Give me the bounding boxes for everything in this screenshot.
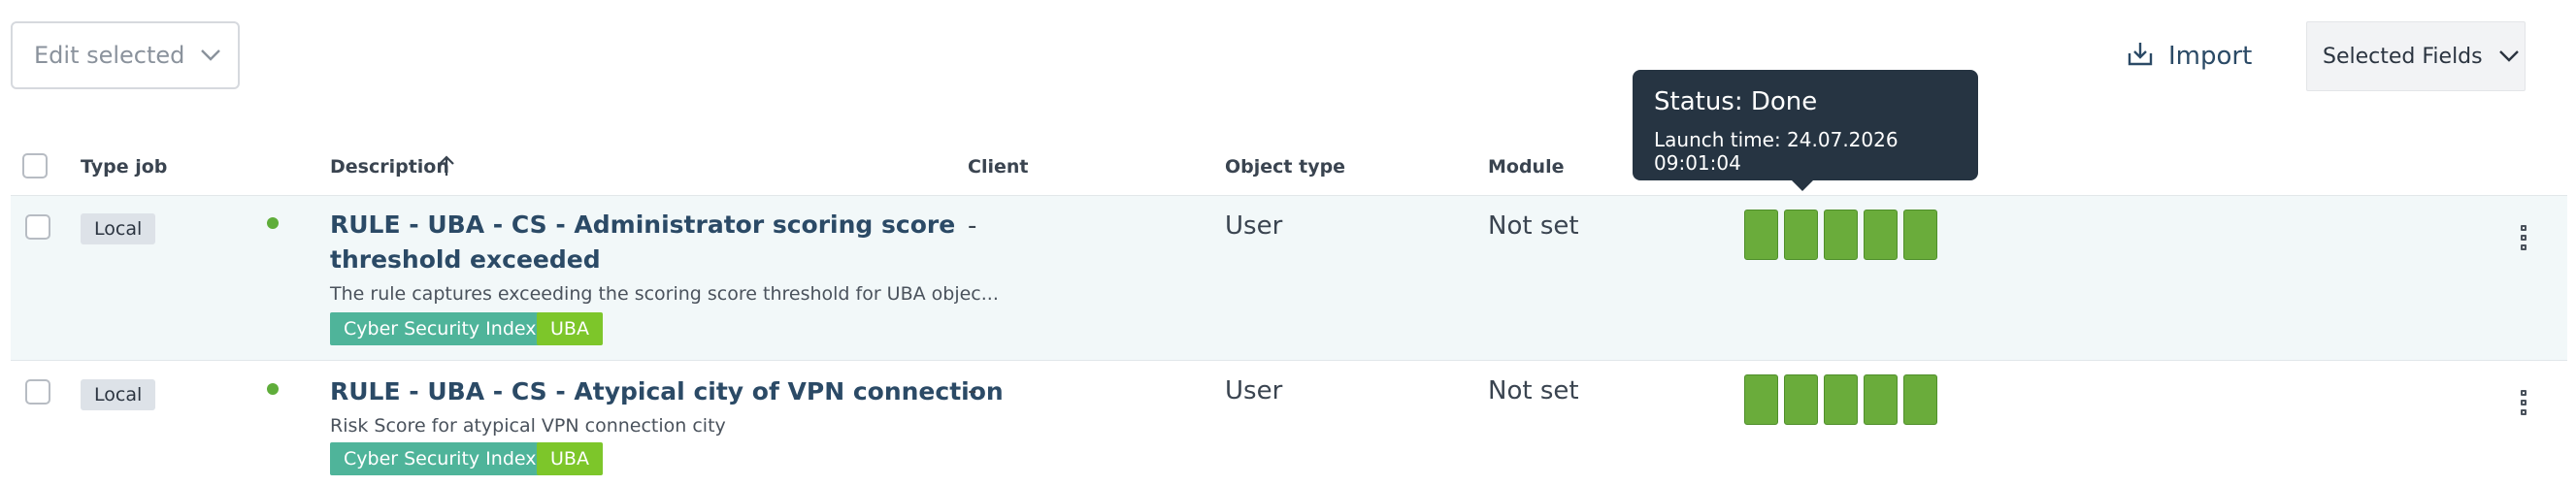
rule-description: The rule captures exceeding the scoring … [330, 283, 999, 305]
import-label: Import [2168, 42, 2253, 71]
rule-title-line[interactable]: RULE - UBA - CS - Administrator scoring … [330, 208, 955, 243]
column-header-client[interactable]: Client [968, 156, 1028, 178]
run-status-bar[interactable] [1864, 210, 1898, 260]
selected-fields-label: Selected Fields [2323, 44, 2483, 69]
client-value: - [968, 376, 977, 405]
run-status-bar[interactable] [1744, 210, 1778, 260]
status-dot [267, 217, 279, 229]
run-status-bar[interactable] [1824, 210, 1858, 260]
rule-title-line[interactable]: threshold exceeded [330, 243, 955, 277]
selected-fields-dropdown[interactable]: Selected Fields [2306, 21, 2526, 91]
run-status-bar[interactable] [1784, 374, 1818, 425]
tooltip-arrow [1792, 180, 1813, 191]
arrow-up-icon[interactable] [435, 153, 458, 182]
object-type-value: User [1225, 376, 1283, 405]
run-status-bar[interactable] [1824, 374, 1858, 425]
row-checkbox[interactable] [25, 214, 50, 240]
edit-selected-dropdown[interactable]: Edit selected [11, 21, 240, 89]
tooltip-launch-time: Launch time: 24.07.2026 09:01:04 [1654, 128, 1899, 175]
import-icon [2126, 40, 2155, 73]
type-job-badge: Local [81, 379, 156, 410]
row-checkbox[interactable] [25, 379, 50, 405]
rule-title[interactable]: RULE - UBA - CS - Administrator scoring … [330, 208, 955, 277]
edit-selected-label: Edit selected [34, 42, 185, 69]
status-dot [267, 383, 279, 395]
kebab-menu-icon[interactable] [2518, 225, 2529, 250]
run-status-bar[interactable] [1784, 210, 1818, 260]
column-header-type-job[interactable]: Type job [81, 156, 167, 178]
column-header-description[interactable]: Description [330, 156, 449, 178]
module-value: Not set [1488, 376, 1579, 405]
rule-description: Risk Score for atypical VPN connection c… [330, 415, 726, 437]
tag-cyber-security-index[interactable]: Cyber Security Index [330, 442, 550, 475]
tag-uba[interactable]: UBA [537, 442, 603, 475]
kebab-menu-icon[interactable] [2518, 390, 2529, 415]
run-status-bar[interactable] [1864, 374, 1898, 425]
status-tooltip: Status: Done Launch time: 24.07.2026 09:… [1633, 70, 1978, 180]
run-status-bars [1744, 374, 1937, 425]
column-header-module[interactable]: Module [1488, 156, 1565, 178]
chevron-down-icon [2498, 49, 2520, 63]
tooltip-status: Status: Done [1654, 87, 1818, 116]
select-all-checkbox[interactable] [22, 153, 48, 178]
column-header-object-type[interactable]: Object type [1225, 156, 1345, 178]
type-job-badge: Local [81, 213, 156, 244]
object-type-value: User [1225, 211, 1283, 241]
tag-uba[interactable]: UBA [537, 312, 603, 345]
rule-title[interactable]: RULE - UBA - CS - Atypical city of VPN c… [330, 374, 1004, 409]
run-status-bar[interactable] [1903, 374, 1937, 425]
run-status-bar[interactable] [1744, 374, 1778, 425]
run-status-bar[interactable] [1903, 210, 1937, 260]
row-divider [11, 360, 2567, 361]
chevron-down-icon [200, 49, 221, 62]
import-button[interactable]: Import [2126, 37, 2252, 76]
tag-cyber-security-index[interactable]: Cyber Security Index [330, 312, 550, 345]
run-status-bars [1744, 210, 1937, 260]
client-value: - [968, 211, 977, 241]
module-value: Not set [1488, 211, 1579, 241]
